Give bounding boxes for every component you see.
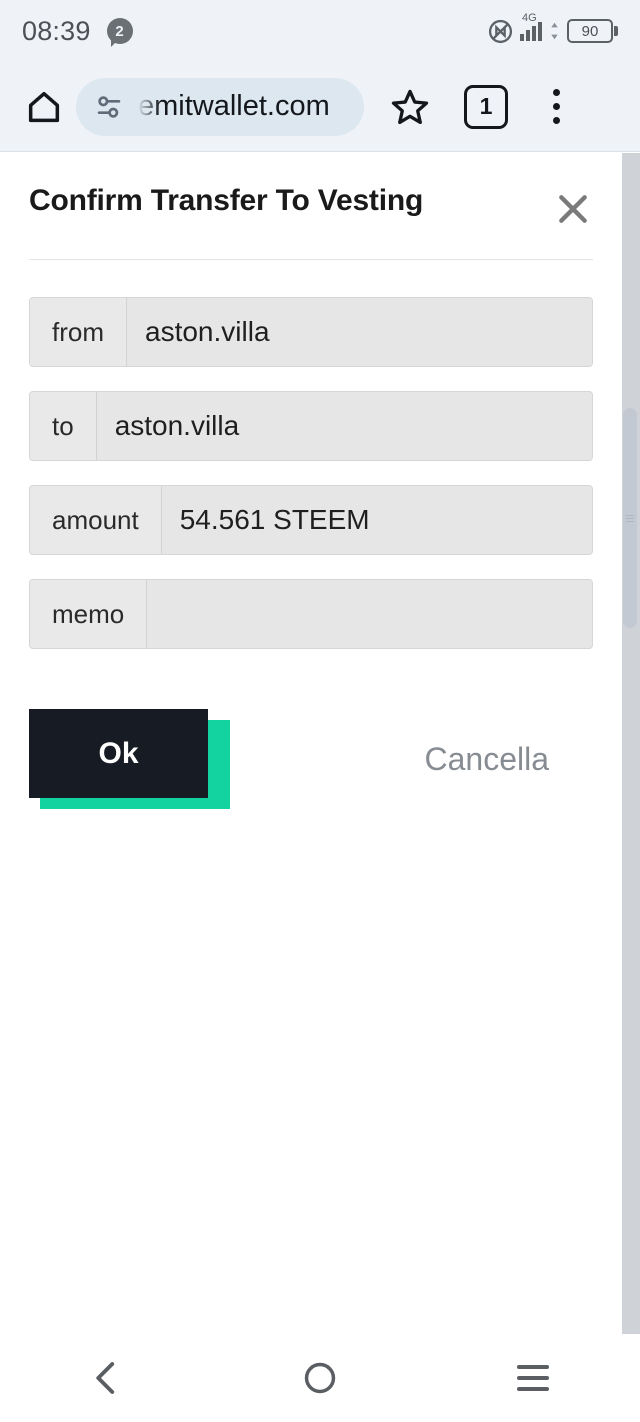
star-icon	[391, 89, 429, 124]
status-bar-left: 08:39 2	[22, 16, 133, 47]
transfer-fields: from aston.villa to aston.villa amount 5…	[0, 260, 622, 649]
web-page-viewport: Confirm Transfer To Vesting from aston.v…	[0, 153, 640, 1422]
url-bar[interactable]: emitwallet.com	[76, 77, 364, 136]
field-row-to[interactable]: to aston.villa	[29, 391, 593, 461]
confirm-button-wrapper: Ok	[29, 709, 230, 809]
home-icon	[28, 91, 60, 122]
network-type-label: 4G	[522, 11, 537, 24]
nav-recents-button[interactable]	[493, 1348, 573, 1408]
field-value-to[interactable]: aston.villa	[96, 392, 592, 460]
status-clock: 08:39	[22, 15, 91, 46]
field-value-from[interactable]: aston.villa	[127, 298, 592, 366]
field-row-from[interactable]: from aston.villa	[29, 297, 593, 367]
nfc-icon	[488, 19, 513, 43]
nav-home-button[interactable]	[280, 1348, 360, 1408]
field-value-amount[interactable]: 54.561 STEEM	[161, 486, 592, 554]
battery-level-label: 90	[567, 19, 613, 43]
menu-dot	[552, 103, 560, 110]
data-transfer-icon	[551, 22, 558, 40]
notification-badge: 2	[106, 18, 133, 47]
tab-count-label: 1	[479, 93, 493, 119]
tab-counter-button[interactable]: 1	[464, 84, 508, 129]
field-row-memo[interactable]: memo	[29, 579, 593, 649]
signal-bars-icon	[520, 21, 542, 41]
recents-icon	[517, 1365, 550, 1391]
page-right-gutter	[622, 153, 640, 1422]
home-button[interactable]	[18, 81, 70, 133]
status-bar: 08:39 2 4G 90	[0, 0, 640, 62]
page-content: Confirm Transfer To Vesting from aston.v…	[0, 153, 622, 1422]
back-chevron-icon	[95, 1362, 114, 1394]
battery-cap	[614, 26, 618, 36]
field-label-to: to	[30, 392, 97, 460]
modal-actions: Ok Cancella	[0, 649, 622, 809]
close-icon	[559, 195, 587, 223]
signal-indicator: 4G	[520, 12, 542, 41]
modal-header: Confirm Transfer To Vesting	[0, 153, 622, 229]
browser-toolbar: emitwallet.com 1	[0, 62, 640, 152]
confirm-button[interactable]: Ok	[29, 709, 208, 798]
menu-dot	[552, 89, 560, 96]
tune-icon[interactable]	[92, 90, 126, 124]
cancel-button[interactable]: Cancella	[424, 741, 593, 778]
field-value-memo[interactable]	[147, 580, 592, 648]
field-label-from: from	[30, 298, 127, 366]
home-circle-icon	[304, 1362, 336, 1394]
battery-indicator: 90	[567, 19, 618, 43]
field-label-memo: memo	[30, 580, 148, 648]
phone-screen: 08:39 2 4G 90 emitwallet.com 1 Confirm T…	[0, 0, 640, 1422]
field-row-amount[interactable]: amount 54.561 STEEM	[29, 485, 593, 555]
menu-dot	[552, 117, 560, 124]
page-scrollbar-thumb[interactable]	[623, 408, 637, 628]
nav-back-button[interactable]	[67, 1348, 147, 1408]
close-button[interactable]	[553, 189, 593, 229]
field-label-amount: amount	[30, 486, 162, 554]
android-nav-bar	[0, 1334, 640, 1422]
bookmark-button[interactable]	[382, 79, 438, 135]
url-text: emitwallet.com	[138, 90, 330, 122]
overflow-menu-button[interactable]	[534, 81, 578, 133]
page-title: Confirm Transfer To Vesting	[29, 184, 424, 217]
status-bar-right: 4G 90	[488, 12, 618, 44]
